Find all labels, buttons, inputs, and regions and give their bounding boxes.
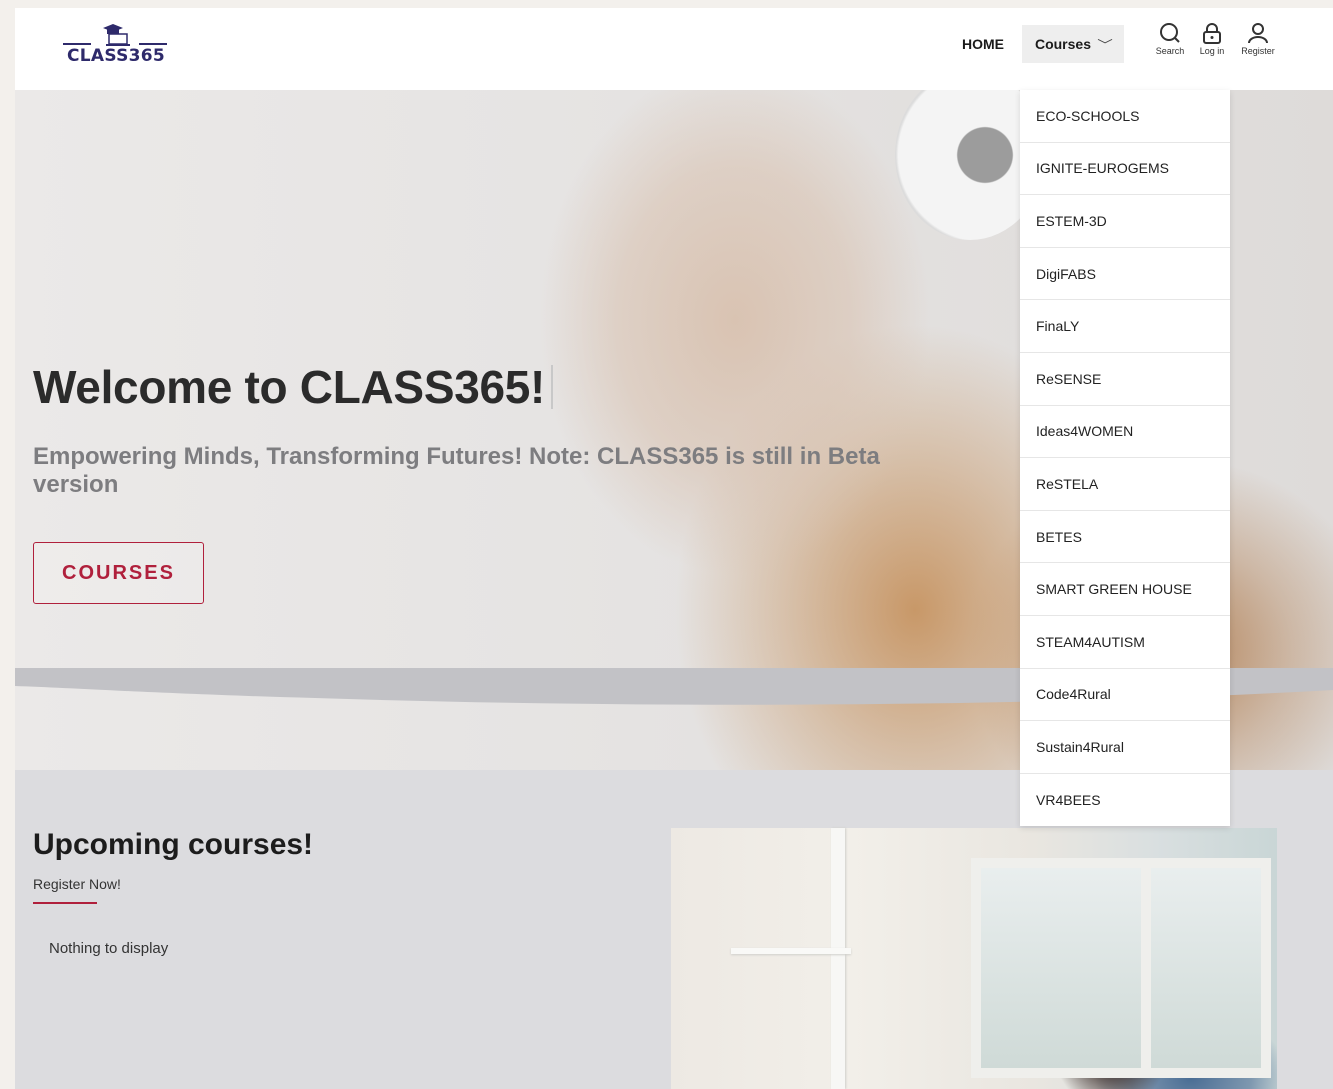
dropdown-item-sustain4rural[interactable]: Sustain4Rural: [1020, 721, 1230, 774]
logo-rule-left: [63, 43, 91, 45]
photo-window: [971, 858, 1271, 1078]
photo-shelf-board: [731, 948, 851, 954]
login-button[interactable]: Log in: [1190, 22, 1234, 56]
dropdown-item-estem-3d[interactable]: ESTEM-3D: [1020, 195, 1230, 248]
hero-title-text: Welcome to CLASS365!: [33, 361, 546, 413]
dropdown-item-restela[interactable]: ReSTELA: [1020, 458, 1230, 511]
register-label: Register: [1241, 46, 1275, 56]
courses-dropdown-menu: ECO-SCHOOLS IGNITE-EUROGEMS ESTEM-3D DigiFA…: [1020, 90, 1230, 827]
dropdown-item-ignite-eurogems[interactable]: IGNITE-EUROGEMS: [1020, 143, 1230, 196]
dropdown-item-finaly[interactable]: FinaLY: [1020, 300, 1230, 353]
search-button[interactable]: Search: [1148, 22, 1192, 56]
dropdown-item-ideas4women[interactable]: Ideas4WOMEN: [1020, 406, 1230, 459]
woman-writing-photo: [671, 828, 1277, 1089]
search-label: Search: [1155, 46, 1185, 56]
logo-rule-right: [139, 43, 167, 45]
chevron-down-icon: ﹀: [1097, 37, 1113, 52]
graduation-cap-laptop-icon: [103, 24, 130, 46]
class365-logo[interactable]: CLASS365: [61, 22, 171, 72]
dropdown-item-smart-green-house[interactable]: SMART GREEN HOUSE: [1020, 563, 1230, 616]
dropdown-item-code4rural[interactable]: Code4Rural: [1020, 669, 1230, 722]
site-header: CLASS365 HOME Courses ﹀ Search Log in Re…: [15, 8, 1333, 90]
register-button[interactable]: Register: [1236, 22, 1280, 56]
typing-cursor: [551, 365, 554, 409]
user-icon: [1248, 23, 1268, 44]
login-label: Log in: [1199, 46, 1225, 56]
nav-courses-dropdown[interactable]: Courses ﹀: [1022, 25, 1124, 63]
lock-icon: [1203, 23, 1221, 44]
page: CLASS365 HOME Courses ﹀ Search Log in Re…: [15, 8, 1333, 1089]
dropdown-item-eco-schools[interactable]: ECO-SCHOOLS: [1020, 90, 1230, 143]
dropdown-item-vr4bees[interactable]: VR4BEES: [1020, 774, 1230, 827]
section-underline: [33, 902, 97, 904]
hero-courses-button[interactable]: COURSES: [33, 542, 204, 604]
upcoming-courses-title: Upcoming courses!: [33, 828, 314, 861]
hero-subtitle: Empowering Minds, Transforming Futures! …: [33, 443, 880, 498]
nav-home-link[interactable]: HOME: [962, 36, 1004, 52]
nav-courses-label: Courses: [1034, 36, 1091, 52]
photo-shelf-post: [831, 828, 845, 1089]
empty-state-text: Nothing to display: [49, 940, 169, 957]
dropdown-item-digifabs[interactable]: DigiFABS: [1020, 248, 1230, 301]
dropdown-item-steam4autism[interactable]: STEAM4AUTISM: [1020, 616, 1230, 669]
dropdown-item-resense[interactable]: ReSENSE: [1020, 353, 1230, 406]
logo-text: CLASS365: [66, 46, 166, 66]
search-icon: [1160, 23, 1180, 43]
upcoming-courses-subtitle: Register Now!: [33, 876, 121, 892]
dropdown-item-betes[interactable]: BETES: [1020, 511, 1230, 564]
hero-title: Welcome to CLASS365!: [33, 360, 554, 414]
photo-window-pane: [1141, 858, 1151, 1078]
